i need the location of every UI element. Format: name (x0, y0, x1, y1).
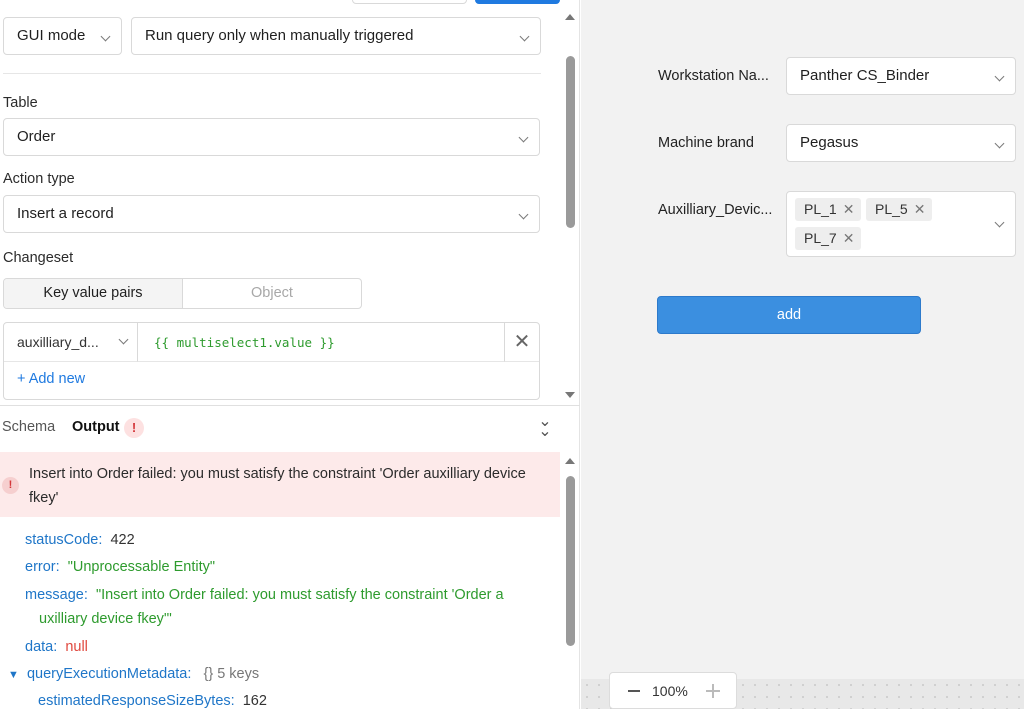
chip-label: PL_5 (875, 201, 908, 217)
changeset-mode-toggle: Key value pairs Object (3, 278, 362, 309)
chevron-down-icon (994, 71, 1005, 82)
changeset-editor: auxilliary_d... {{ multiselect1.value }}… (3, 322, 540, 400)
error-badge: ! (124, 418, 144, 438)
add-button[interactable]: add (657, 296, 921, 334)
machine-brand-select[interactable]: Pegasus (786, 124, 1016, 162)
run-button-partial[interactable] (475, 0, 560, 4)
machine-brand-label: Machine brand (658, 135, 754, 151)
workstation-select[interactable]: Panther CS_Binder (786, 57, 1016, 95)
chip-pl-5: PL_5 ✕ (866, 198, 932, 221)
zoom-control: 100% (609, 672, 737, 709)
scroll-up-arrow[interactable] (565, 14, 575, 20)
app-canvas (581, 0, 1024, 709)
output-row-metadata[interactable]: ▼ queryExecutionMetadata: {} 5 keys (8, 664, 259, 685)
changeset-label: Changeset (3, 250, 74, 266)
close-icon[interactable]: ✕ (843, 230, 855, 246)
chevron-down-icon (519, 31, 530, 42)
output-key: queryExecutionMetadata: (26, 666, 192, 682)
tab-key-value-pairs[interactable]: Key value pairs (4, 279, 183, 308)
output-row-status: statusCode: 422 (25, 530, 135, 550)
output-key: statusCode: (25, 532, 103, 548)
chip-label: PL_1 (804, 201, 837, 217)
table-label: Table (3, 95, 38, 111)
chip-pl-1: PL_1 ✕ (795, 198, 861, 221)
workstation-label: Workstation Na... (658, 68, 769, 84)
changeset-key-value: auxilliary_d... (17, 334, 99, 350)
action-type-label: Action type (3, 171, 75, 187)
output-value: 162 (242, 693, 267, 709)
toolbar-button-partial[interactable] (352, 0, 467, 4)
alert-icon: ! (2, 477, 19, 494)
output-scrollbar-thumb[interactable] (566, 476, 575, 646)
chip-pl-7: PL_7 ✕ (795, 227, 861, 250)
machine-brand-value: Pegasus (800, 134, 859, 151)
close-icon[interactable]: ✕ (843, 201, 855, 217)
tab-output[interactable]: Output (72, 419, 120, 435)
close-icon[interactable]: ✕ (914, 201, 926, 217)
chevron-down-icon (118, 334, 129, 345)
action-type-select[interactable]: Insert a record (3, 195, 540, 233)
trigger-select-value: Run query only when manually triggered (145, 27, 414, 44)
zoom-out-icon[interactable] (628, 690, 640, 692)
workstation-select-value: Panther CS_Binder (800, 67, 930, 84)
output-value: "Unprocessable Entity" (67, 559, 216, 575)
output-row-message: message: "Insert into Order failed: you … (25, 585, 504, 605)
output-row-error: error: "Unprocessable Entity" (25, 557, 215, 577)
chevron-down-icon (518, 132, 529, 143)
query-editor-panel: GUI mode Run query only when manually tr… (0, 0, 580, 709)
output-value-continued: uxilliary device fkey'" (39, 611, 172, 627)
zoom-level: 100% (652, 683, 688, 699)
zoom-in-icon-stroke (712, 684, 714, 698)
auxiliary-device-label: Auxilliary_Devic... (658, 202, 773, 218)
tab-schema[interactable]: Schema (2, 419, 55, 435)
panel-divider[interactable] (0, 405, 580, 406)
table-select[interactable]: Order (3, 118, 540, 156)
triangle-down-icon[interactable]: ▼ (8, 669, 19, 681)
scroll-up-arrow[interactable] (565, 458, 575, 464)
output-key: message: (25, 587, 88, 603)
mode-select[interactable]: GUI mode (3, 17, 122, 55)
output-key: data: (25, 639, 58, 655)
editor-scrollbar-thumb[interactable] (566, 56, 575, 228)
chevron-down-icon (994, 217, 1005, 228)
output-key: error: (25, 559, 60, 575)
chevron-down-icon (100, 31, 111, 42)
output-key: estimatedResponseSizeBytes: (38, 693, 235, 709)
changeset-key-select[interactable]: auxilliary_d... (4, 323, 138, 362)
mode-select-value: GUI mode (17, 27, 86, 44)
error-message: Insert into Order failed: you must satis… (29, 466, 526, 506)
output-row-data: data: null (25, 637, 88, 657)
chevron-down-icon (994, 138, 1005, 149)
scroll-down-arrow[interactable] (565, 392, 575, 398)
chip-label: PL_7 (804, 230, 837, 246)
table-select-value: Order (17, 128, 56, 145)
tab-object[interactable]: Object (183, 279, 361, 308)
trigger-select[interactable]: Run query only when manually triggered (131, 17, 541, 55)
output-value: null (65, 639, 88, 655)
action-type-value: Insert a record (17, 205, 114, 222)
collapse-icon[interactable]: ⌄ ⌄ (538, 414, 552, 440)
changeset-value-input[interactable]: {{ multiselect1.value }} (138, 323, 506, 362)
output-value: 422 (110, 532, 135, 548)
close-icon[interactable]: ✕ (504, 323, 539, 362)
output-row-size: estimatedResponseSizeBytes: 162 (38, 691, 267, 709)
output-value: "Insert into Order failed: you must sati… (95, 587, 504, 603)
output-meta-info: {} 5 keys (203, 666, 260, 682)
add-new-link[interactable]: + Add new (17, 371, 85, 387)
chevron-down-icon (518, 209, 529, 220)
divider (3, 73, 541, 74)
